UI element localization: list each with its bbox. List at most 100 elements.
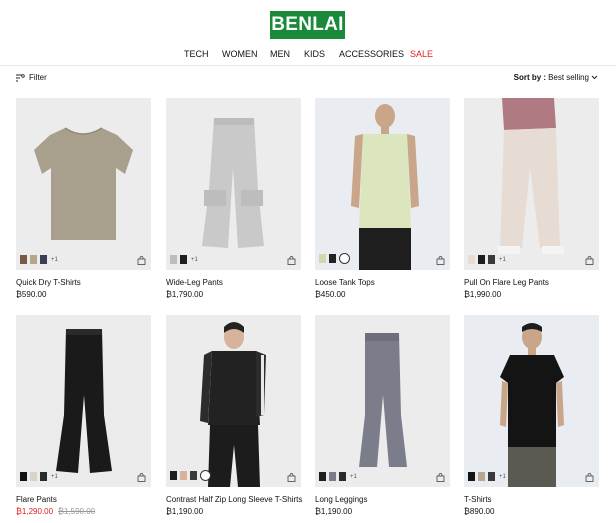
product-price: ₿1,990.00	[464, 290, 501, 300]
product-title[interactable]: Wide-Leg Pants	[166, 278, 223, 288]
chevron-down-icon	[591, 75, 598, 80]
product-title[interactable]: Flare Pants	[16, 495, 57, 505]
model-tank-top-image	[351, 104, 419, 270]
product-image[interactable]: +1	[16, 315, 151, 487]
color-swatches: +1	[170, 255, 198, 264]
model-half-zip-image	[200, 322, 266, 487]
filter-label: Filter	[29, 73, 47, 82]
color-swatch[interactable]	[488, 472, 495, 481]
product-title[interactable]: Pull On Flare Leg Pants	[464, 278, 549, 288]
product-price: ₿1,190.00	[166, 507, 203, 517]
color-swatches	[319, 253, 350, 264]
color-swatches: +1	[319, 472, 357, 481]
color-swatch[interactable]	[329, 254, 336, 263]
color-swatch[interactable]	[319, 254, 326, 263]
nav-item-men[interactable]: MEN	[270, 48, 290, 60]
product-title[interactable]: Contrast Half Zip Long Sleeve T-Shirts	[166, 495, 302, 505]
sort-value: Best selling	[548, 73, 589, 82]
shopping-bag-icon[interactable]	[287, 473, 296, 482]
shopping-bag-icon[interactable]	[436, 473, 445, 482]
price-current: ₿1,990.00	[464, 290, 502, 299]
flare-pants-image	[56, 329, 112, 473]
product-image[interactable]: +1	[16, 98, 151, 270]
sort-label: Sort by :	[513, 73, 547, 82]
product-toolbar: Filter Sort by : Best selling	[0, 70, 616, 88]
shopping-bag-icon[interactable]	[137, 256, 146, 265]
color-swatch[interactable]	[40, 255, 47, 264]
nav-item-tech[interactable]: TECH	[184, 48, 209, 60]
shopping-bag-icon[interactable]	[585, 256, 594, 265]
color-swatch[interactable]	[339, 472, 346, 481]
color-swatch-selected[interactable]	[339, 253, 350, 264]
color-swatches: +1	[468, 472, 506, 481]
sort-dropdown[interactable]: Sort by : Best selling	[514, 73, 598, 82]
color-swatch[interactable]	[30, 255, 37, 264]
filter-button[interactable]: Filter	[16, 73, 47, 82]
color-swatch[interactable]	[40, 472, 47, 481]
color-swatch[interactable]	[170, 255, 177, 264]
more-colors-count: +1	[51, 256, 58, 263]
price-current: ₿1,190.00	[166, 507, 204, 516]
color-swatch-selected[interactable]	[200, 470, 211, 481]
product-price: ₿890.00	[464, 507, 494, 517]
price-current: ₿1,290.00	[16, 507, 54, 516]
product-title[interactable]: Long Leggings	[315, 495, 368, 505]
shopping-bag-icon[interactable]	[137, 473, 146, 482]
main-nav: TECH WOMEN MEN KIDS ACCESSORIES SALE	[0, 48, 616, 62]
product-image[interactable]	[315, 98, 450, 270]
price-original: ₿1,590.00	[58, 507, 96, 516]
price-current: ₿890.00	[464, 507, 495, 516]
color-swatch[interactable]	[180, 255, 187, 264]
model-tshirt-image	[500, 323, 564, 487]
product-title[interactable]: Loose Tank Tops	[315, 278, 375, 288]
color-swatch[interactable]	[170, 471, 177, 480]
more-colors-count: +1	[499, 256, 506, 263]
price-current: ₿590.00	[16, 290, 47, 299]
product-price: ₿590.00	[16, 290, 46, 300]
color-swatch[interactable]	[468, 472, 475, 481]
leggings-image	[359, 333, 407, 467]
product-price: ₿1,790.00	[166, 290, 203, 300]
product-title[interactable]: T-Shirts	[464, 495, 492, 505]
product-image[interactable]: +1	[166, 98, 301, 270]
product-image[interactable]: +1	[464, 98, 599, 270]
color-swatch[interactable]	[20, 255, 27, 264]
product-image[interactable]	[166, 315, 301, 487]
color-swatch[interactable]	[190, 471, 197, 480]
color-swatch[interactable]	[180, 471, 187, 480]
color-swatch[interactable]	[30, 472, 37, 481]
model-flare-pants-image	[498, 98, 564, 254]
price-current: ₿450.00	[315, 290, 346, 299]
color-swatch[interactable]	[478, 472, 485, 481]
color-swatches: +1	[20, 472, 58, 481]
product-title[interactable]: Quick Dry T-Shirts	[16, 278, 81, 288]
color-swatches	[170, 470, 211, 481]
color-swatch[interactable]	[329, 472, 336, 481]
more-colors-count: +1	[191, 256, 198, 263]
brand-logo[interactable]: BENLAI	[270, 11, 345, 39]
product-image[interactable]: +1	[315, 315, 450, 487]
nav-item-accessories[interactable]: ACCESSORIES	[339, 48, 404, 60]
filter-icon	[16, 73, 25, 81]
product-price: ₿450.00	[315, 290, 345, 300]
more-colors-count: +1	[350, 473, 357, 480]
color-swatches: +1	[20, 255, 58, 264]
pants-image	[202, 118, 264, 248]
nav-item-sale[interactable]: SALE	[410, 48, 433, 60]
shopping-bag-icon[interactable]	[436, 256, 445, 265]
price-current: ₿1,190.00	[315, 507, 353, 516]
color-swatch[interactable]	[478, 255, 485, 264]
nav-item-kids[interactable]: KIDS	[304, 48, 325, 60]
color-swatch[interactable]	[20, 472, 27, 481]
color-swatches: +1	[468, 255, 506, 264]
price-current: ₿1,790.00	[166, 290, 204, 299]
product-price: ₿1,290.00 ₿1,590.00	[16, 507, 95, 517]
product-image[interactable]: +1	[464, 315, 599, 487]
shopping-bag-icon[interactable]	[287, 256, 296, 265]
shopping-bag-icon[interactable]	[585, 473, 594, 482]
color-swatch[interactable]	[488, 255, 495, 264]
color-swatch[interactable]	[468, 255, 475, 264]
color-swatch[interactable]	[319, 472, 326, 481]
tshirt-image	[34, 127, 133, 240]
nav-item-women[interactable]: WOMEN	[222, 48, 258, 60]
